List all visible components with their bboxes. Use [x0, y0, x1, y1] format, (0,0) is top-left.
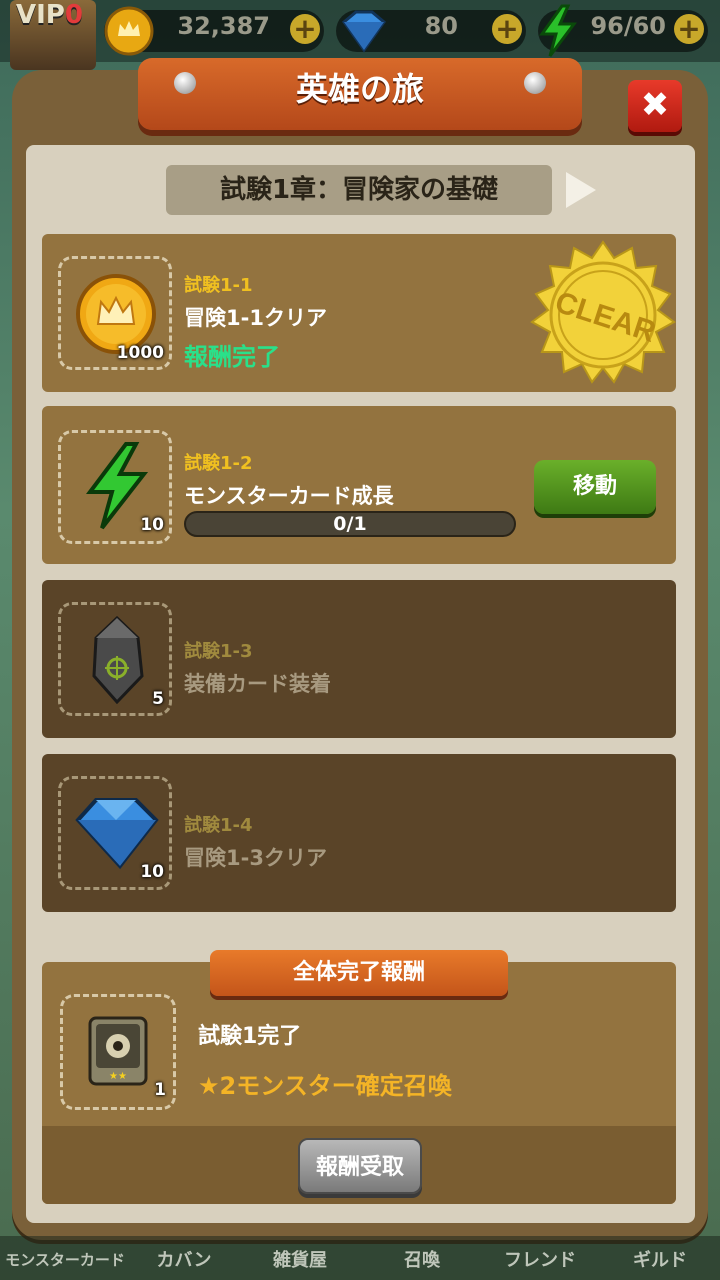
nav-shop[interactable]: 雑貨屋 [250, 1246, 350, 1272]
quest-id: 試験1-3 [184, 641, 253, 662]
quest-progress-text: 0/1 [333, 513, 367, 535]
reward-quantity: 10 [140, 515, 164, 535]
energy-amount: 96/60 [590, 12, 666, 40]
close-button[interactable]: ✖ [628, 80, 682, 132]
gold-amount: 32,387 [177, 12, 270, 40]
nav-monster-card[interactable]: モンスターカード [0, 1249, 130, 1270]
svg-text:★★: ★★ [109, 1071, 127, 1082]
add-energy-button[interactable]: + [674, 14, 704, 44]
quest-id: 試験1-1 [184, 275, 253, 296]
energy-bolt-icon [536, 4, 580, 58]
gem-icon [72, 794, 160, 870]
completion-reward-description: ★2モンスター確定召喚 [198, 1072, 452, 1100]
quest-name: 冒険1-1クリア [184, 306, 327, 330]
reward-quantity: 10 [140, 862, 164, 882]
nav-friends[interactable]: フレンド [490, 1246, 590, 1272]
quest-id: 試験1-2 [184, 453, 253, 474]
next-chapter-arrow-icon[interactable] [566, 172, 596, 208]
reward-quantity: 5 [152, 689, 164, 709]
add-gem-button[interactable]: + [492, 14, 522, 44]
vip-level: 0 [64, 0, 83, 30]
move-button[interactable]: 移動 [534, 460, 656, 514]
vip-badge: VIP0 [16, 0, 83, 30]
quest-id: 試験1-4 [184, 815, 253, 836]
quest-name: モンスターカード成長 [184, 484, 394, 508]
monster-card-icon: ★★ [88, 1016, 148, 1086]
completion-reward-title: 試験1完了 [198, 1024, 302, 1049]
nav-bag[interactable]: カバン [134, 1246, 234, 1272]
chapter-title: 試験1章：冒険家の基礎 [166, 165, 552, 215]
quest-name: 装備カード装着 [184, 672, 331, 696]
dialog-title: 英雄の旅 [295, 70, 424, 108]
receive-reward-button[interactable]: 報酬受取 [298, 1138, 422, 1194]
nav-summon[interactable]: 召喚 [372, 1246, 472, 1272]
add-gold-button[interactable]: + [290, 14, 320, 44]
gem-amount: 80 [424, 12, 458, 40]
clear-stamp-icon: CLEAR [528, 240, 678, 390]
completion-reward-banner: 全体完了報酬 [210, 950, 508, 996]
gold-coin-icon [104, 6, 154, 56]
reward-quantity: 1000 [116, 343, 164, 363]
nav-guild[interactable]: ギルド [610, 1246, 710, 1272]
reward-quantity: 1 [154, 1080, 166, 1100]
quest-status: 報酬完了 [184, 343, 280, 371]
quest-name: 冒険1-3クリア [184, 846, 327, 870]
